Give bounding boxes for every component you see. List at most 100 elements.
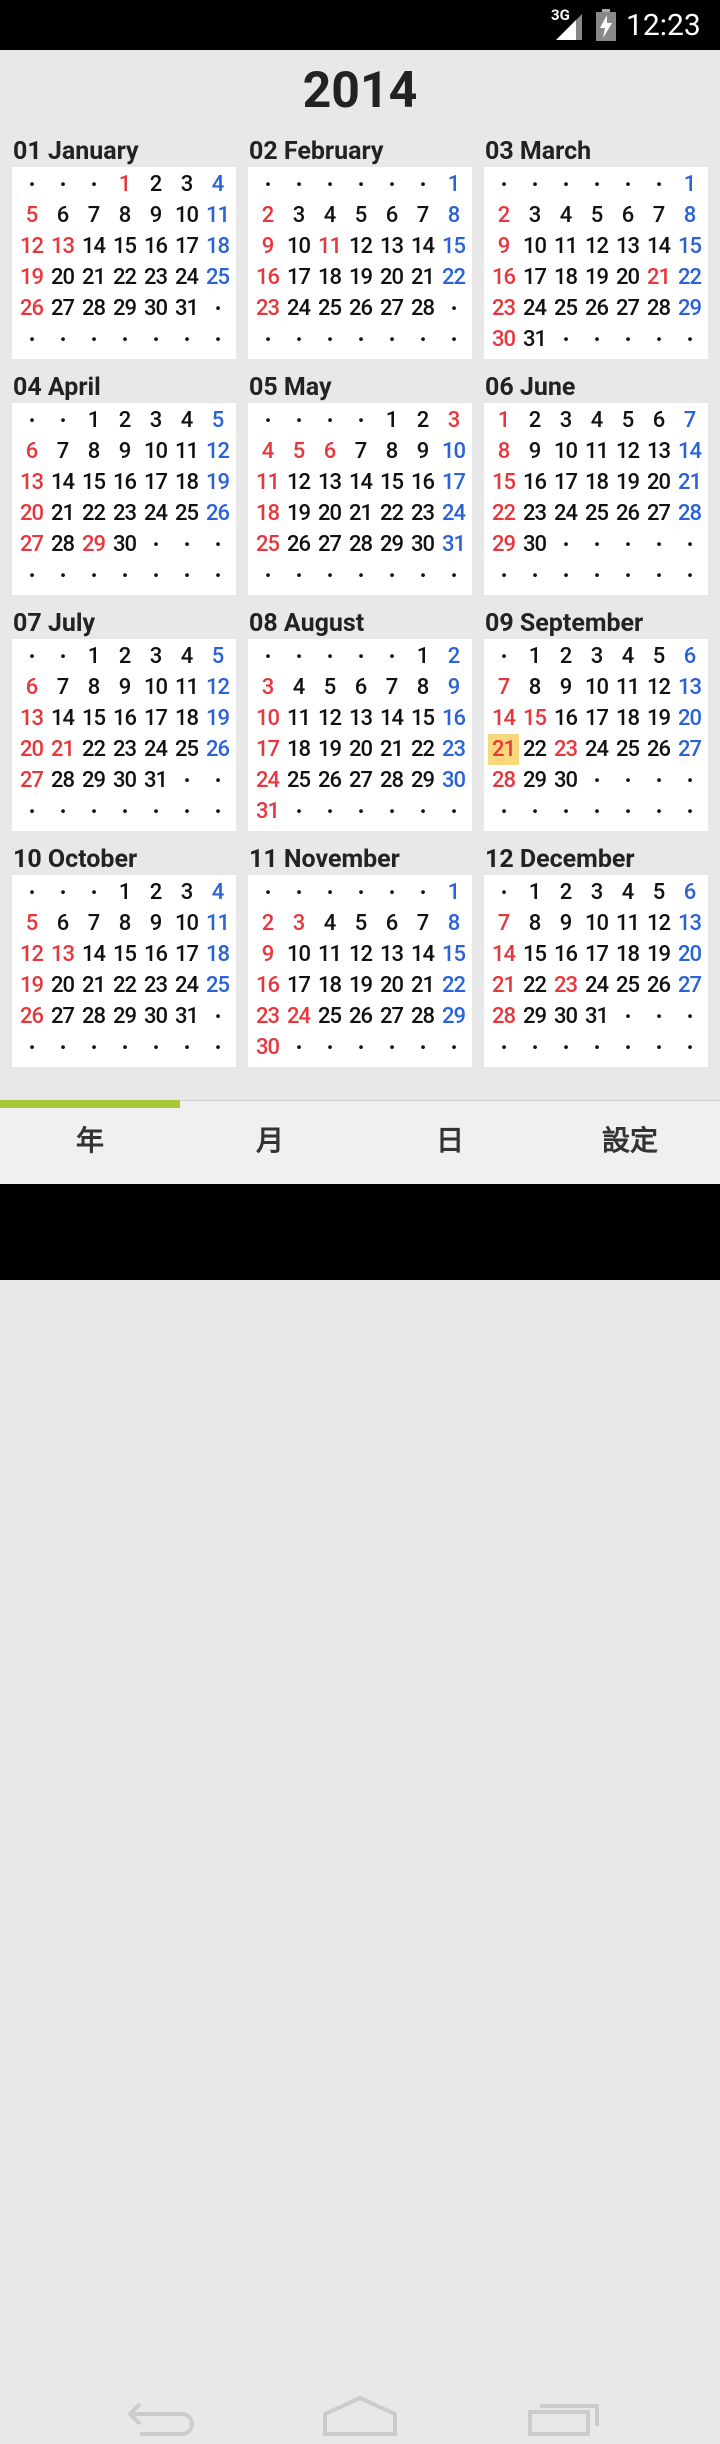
day-cell[interactable]: 25 xyxy=(171,734,202,765)
day-cell[interactable]: 20 xyxy=(674,703,705,734)
day-cell[interactable]: 18 xyxy=(283,734,314,765)
day-cell[interactable]: 16 xyxy=(407,467,438,498)
day-cell[interactable]: 12 xyxy=(202,672,233,703)
day-cell[interactable]: 19 xyxy=(283,498,314,529)
day-cell[interactable]: 6 xyxy=(314,436,345,467)
day-cell[interactable]: 3 xyxy=(252,672,283,703)
day-cell[interactable]: 28 xyxy=(407,1001,438,1032)
day-cell[interactable]: 18 xyxy=(581,467,612,498)
day-cell[interactable]: 25 xyxy=(252,529,283,560)
day-cell[interactable]: 19 xyxy=(581,262,612,293)
day-cell[interactable]: 17 xyxy=(581,703,612,734)
day-cell[interactable]: 4 xyxy=(202,877,233,908)
day-cell[interactable]: 6 xyxy=(674,877,705,908)
day-cell[interactable]: 6 xyxy=(47,908,78,939)
day-cell[interactable]: 29 xyxy=(519,765,550,796)
day-cell[interactable]: 19 xyxy=(314,734,345,765)
day-cell[interactable]: 20 xyxy=(47,970,78,1001)
day-cell[interactable]: 21 xyxy=(345,498,376,529)
day-cell[interactable]: 17 xyxy=(283,262,314,293)
day-cell[interactable]: 6 xyxy=(643,405,674,436)
day-cell[interactable]: 11 xyxy=(612,672,643,703)
day-cell[interactable]: 30 xyxy=(550,1001,581,1032)
day-cell[interactable]: 27 xyxy=(16,529,47,560)
day-cell[interactable]: 12 xyxy=(16,939,47,970)
day-cell[interactable]: 14 xyxy=(488,939,519,970)
day-cell[interactable]: 26 xyxy=(612,498,643,529)
day-cell[interactable]: 5 xyxy=(202,405,233,436)
day-cell[interactable]: 22 xyxy=(376,498,407,529)
day-cell[interactable]: 13 xyxy=(47,231,78,262)
day-cell[interactable]: 2 xyxy=(488,200,519,231)
back-icon[interactable] xyxy=(110,2388,210,2444)
day-cell[interactable]: 1 xyxy=(109,169,140,200)
day-cell[interactable]: 20 xyxy=(16,498,47,529)
day-cell[interactable]: 3 xyxy=(519,200,550,231)
day-cell[interactable]: 20 xyxy=(314,498,345,529)
day-cell[interactable]: 16 xyxy=(109,703,140,734)
day-cell[interactable]: 26 xyxy=(643,734,674,765)
day-cell[interactable]: 23 xyxy=(140,970,171,1001)
day-cell[interactable]: 13 xyxy=(643,436,674,467)
day-cell[interactable]: 25 xyxy=(612,970,643,1001)
day-cell[interactable]: 30 xyxy=(252,1032,283,1063)
day-cell[interactable]: 20 xyxy=(376,262,407,293)
day-cell[interactable]: 27 xyxy=(643,498,674,529)
day-cell[interactable]: 18 xyxy=(252,498,283,529)
day-cell[interactable]: 14 xyxy=(376,703,407,734)
day-cell[interactable]: 5 xyxy=(16,908,47,939)
month-days-grid[interactable]: • • • • • • 1 2 3 4 5 6 7 8 9 10 11 12 13 14 15 16 17 18 19 20 21 2… xyxy=(248,167,472,359)
day-cell[interactable]: 14 xyxy=(345,467,376,498)
day-cell[interactable]: 16 xyxy=(488,262,519,293)
day-cell[interactable]: 18 xyxy=(202,231,233,262)
day-cell[interactable]: 23 xyxy=(550,970,581,1001)
day-cell[interactable]: 15 xyxy=(438,939,469,970)
day-cell[interactable]: 29 xyxy=(674,293,705,324)
day-cell[interactable]: 2 xyxy=(550,877,581,908)
day-cell[interactable]: 8 xyxy=(376,436,407,467)
day-cell[interactable]: 25 xyxy=(171,498,202,529)
day-cell[interactable]: 17 xyxy=(171,231,202,262)
day-cell[interactable]: 7 xyxy=(345,436,376,467)
day-cell[interactable]: 21 xyxy=(488,970,519,1001)
day-cell[interactable]: 7 xyxy=(407,200,438,231)
day-cell[interactable]: 26 xyxy=(202,734,233,765)
day-cell[interactable]: 29 xyxy=(407,765,438,796)
day-cell[interactable]: 4 xyxy=(612,641,643,672)
day-cell[interactable]: 24 xyxy=(171,970,202,1001)
day-cell[interactable]: 10 xyxy=(171,200,202,231)
day-cell[interactable]: 20 xyxy=(47,262,78,293)
day-cell[interactable]: 11 xyxy=(581,436,612,467)
day-cell[interactable]: 5 xyxy=(16,200,47,231)
day-cell[interactable]: 29 xyxy=(488,529,519,560)
day-cell[interactable]: 1 xyxy=(78,405,109,436)
day-cell[interactable]: 7 xyxy=(488,672,519,703)
day-cell[interactable]: 9 xyxy=(550,672,581,703)
day-cell[interactable]: 13 xyxy=(16,467,47,498)
day-cell[interactable]: 8 xyxy=(109,908,140,939)
day-cell[interactable]: 24 xyxy=(283,293,314,324)
day-cell[interactable]: 20 xyxy=(643,467,674,498)
day-cell[interactable]: 23 xyxy=(109,734,140,765)
day-cell[interactable]: 29 xyxy=(78,529,109,560)
day-cell[interactable]: 25 xyxy=(202,262,233,293)
day-cell[interactable]: 25 xyxy=(550,293,581,324)
day-cell[interactable]: 18 xyxy=(171,703,202,734)
day-cell[interactable]: 2 xyxy=(109,405,140,436)
month-days-grid[interactable]: • 1 2 3 4 5 6 7 8 9 10 11 12 13 14 15 16 17 18 19 20 21 22 23 24… xyxy=(484,639,708,831)
day-cell[interactable]: 21 xyxy=(47,498,78,529)
day-cell[interactable]: 21 xyxy=(78,970,109,1001)
day-cell[interactable]: 19 xyxy=(643,939,674,970)
day-cell[interactable]: 2 xyxy=(140,169,171,200)
day-cell[interactable]: 14 xyxy=(47,467,78,498)
day-cell[interactable]: 13 xyxy=(612,231,643,262)
day-cell[interactable]: 11 xyxy=(612,908,643,939)
day-cell[interactable]: 3 xyxy=(171,169,202,200)
day-cell[interactable]: 23 xyxy=(109,498,140,529)
day-cell[interactable]: 22 xyxy=(109,970,140,1001)
day-cell[interactable]: 7 xyxy=(78,200,109,231)
day-cell[interactable]: 12 xyxy=(345,231,376,262)
day-cell[interactable]: 7 xyxy=(488,908,519,939)
day-cell[interactable]: 17 xyxy=(252,734,283,765)
day-cell[interactable]: 10 xyxy=(581,672,612,703)
